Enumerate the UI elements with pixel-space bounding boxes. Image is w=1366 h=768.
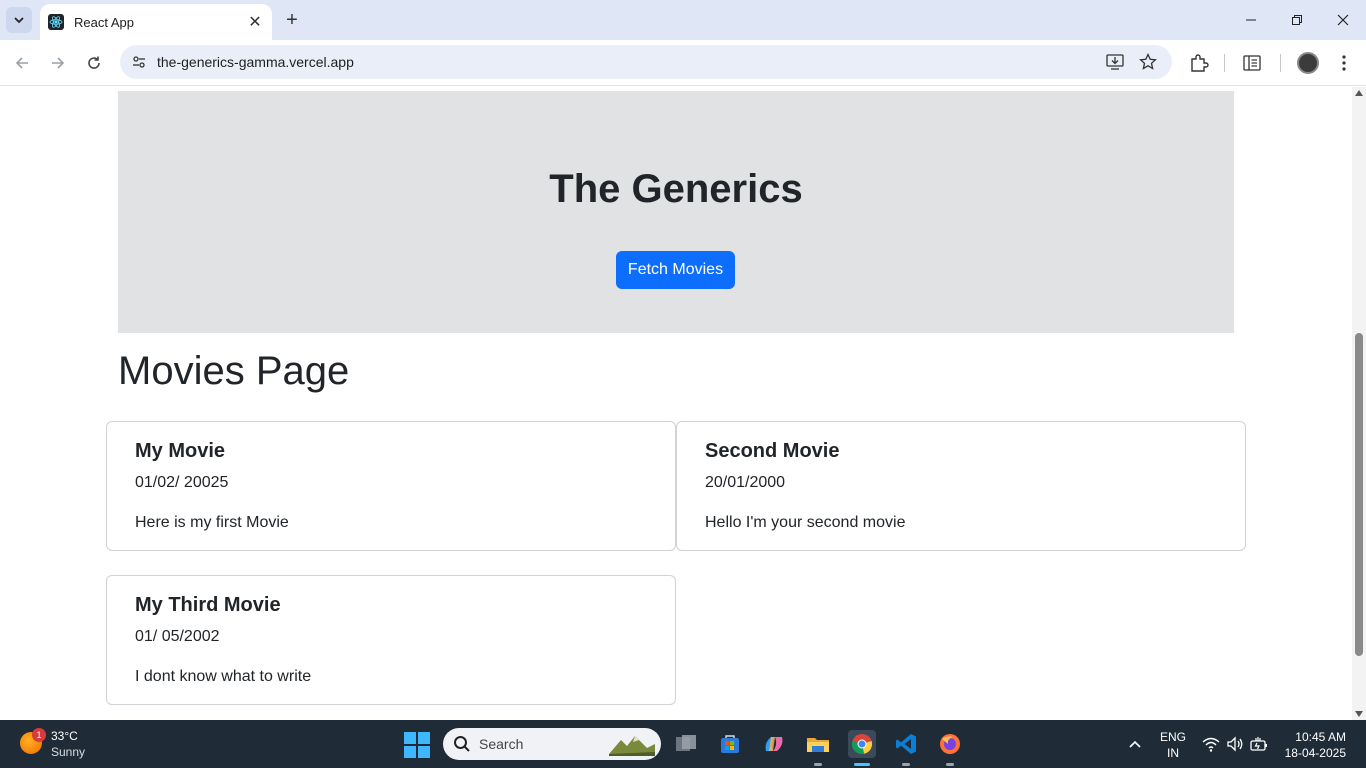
task-view-icon xyxy=(676,735,696,751)
close-icon xyxy=(1337,14,1349,26)
movie-date: 20/01/2000 xyxy=(705,474,786,491)
extensions-icon[interactable] xyxy=(1187,51,1211,75)
file-explorer-button[interactable] xyxy=(804,730,832,766)
toolbar-separator xyxy=(1224,54,1225,72)
chrome-icon xyxy=(851,734,873,755)
search-highlight-mountain-icon xyxy=(609,736,655,756)
running-indicator xyxy=(814,763,822,766)
movie-title: My Third Movie xyxy=(135,594,281,616)
close-tab-icon[interactable]: ✕ xyxy=(246,13,264,31)
clock-time: 10:45 AM xyxy=(1295,730,1346,744)
address-bar[interactable]: the-generics-gamma.vercel.app xyxy=(120,45,1172,79)
toolbar-separator xyxy=(1280,54,1281,72)
url-text[interactable]: the-generics-gamma.vercel.app xyxy=(157,54,354,70)
tab-title: React App xyxy=(74,14,134,30)
movie-card: Second Movie 20/01/2000 Hello I'm your s… xyxy=(676,421,1246,551)
movie-date: 01/02/ 20025 xyxy=(135,474,229,491)
back-button[interactable] xyxy=(8,49,36,77)
scroll-up-arrow-icon[interactable] xyxy=(1355,90,1363,96)
firefox-icon xyxy=(940,734,960,754)
scroll-thumb[interactable] xyxy=(1355,333,1363,656)
vscode-icon xyxy=(896,734,916,754)
site-info-icon[interactable] xyxy=(128,51,150,73)
chevron-down-icon xyxy=(14,17,24,24)
windows-taskbar: 1 33°C Sunny Search ENG IN 10:45 AM 18-0… xyxy=(0,720,1366,768)
movie-date: 01/ 05/2002 xyxy=(135,628,220,645)
battery-charging-icon[interactable] xyxy=(1250,735,1268,753)
language-indicator[interactable]: ENG IN xyxy=(1160,729,1186,761)
profile-avatar[interactable] xyxy=(1297,52,1319,74)
movie-description: Here is my first Movie xyxy=(135,514,289,531)
movie-title: My Movie xyxy=(135,440,226,462)
tab-search-button[interactable] xyxy=(6,7,32,33)
vscode-button[interactable] xyxy=(892,730,920,766)
fetch-movies-button[interactable]: Fetch Movies xyxy=(616,251,735,289)
region-code: IN xyxy=(1167,746,1179,760)
task-view-button[interactable] xyxy=(672,730,700,758)
search-icon xyxy=(454,736,470,752)
windows-logo-pane xyxy=(404,732,416,744)
windows-logo-pane xyxy=(418,732,430,744)
scroll-down-arrow-icon[interactable] xyxy=(1355,711,1363,717)
page-scrollbar[interactable] xyxy=(1352,87,1366,720)
reload-button[interactable] xyxy=(80,49,108,77)
active-app-indicator xyxy=(854,763,870,766)
microsoft-store-button[interactable] xyxy=(716,730,744,758)
browser-toolbar: the-generics-gamma.vercel.app xyxy=(0,40,1366,86)
folder-icon xyxy=(807,738,829,752)
language-code: ENG xyxy=(1160,730,1187,744)
hero-banner: The Generics Fetch Movies xyxy=(118,91,1234,333)
copilot-icon xyxy=(765,737,783,751)
movie-title: Second Movie xyxy=(705,440,840,462)
forward-button[interactable] xyxy=(44,49,72,77)
clock-date: 18-04-2025 xyxy=(1284,746,1346,760)
minimize-button[interactable] xyxy=(1228,0,1274,40)
reload-icon xyxy=(88,56,100,69)
hero-title: The Generics xyxy=(549,167,803,211)
taskbar-search[interactable]: Search xyxy=(443,728,661,760)
browser-tab[interactable]: React App ✕ xyxy=(40,4,272,40)
arrow-left-icon xyxy=(15,57,28,69)
page-title: Movies Page xyxy=(118,349,350,393)
restore-button[interactable] xyxy=(1274,0,1320,40)
tab-strip: React App ✕ + xyxy=(0,0,1366,40)
weather-notification-badge: 1 xyxy=(32,728,46,742)
react-logo-icon xyxy=(48,14,64,30)
movie-description: Hello I'm your second movie xyxy=(705,514,906,531)
copilot-button[interactable] xyxy=(760,730,788,758)
movie-card: My Third Movie 01/ 05/2002 I dont know w… xyxy=(106,575,676,705)
arrow-right-icon xyxy=(52,57,65,69)
page-viewport: The Generics Fetch Movies Movies Page My… xyxy=(0,87,1352,720)
minimize-icon xyxy=(1246,19,1256,21)
windows-logo-pane xyxy=(404,746,416,758)
system-clock[interactable]: 10:45 AM 18-04-2025 xyxy=(1280,729,1346,761)
start-button[interactable] xyxy=(404,732,430,758)
search-placeholder: Search xyxy=(479,736,524,752)
windows-logo-pane xyxy=(418,746,430,758)
new-tab-button[interactable]: + xyxy=(280,8,304,32)
running-indicator xyxy=(946,763,954,766)
restore-icon xyxy=(1292,15,1302,25)
chrome-button[interactable] xyxy=(848,730,876,766)
weather-temperature[interactable]: 33°C xyxy=(51,729,78,743)
wifi-icon[interactable] xyxy=(1202,735,1220,753)
volume-icon[interactable] xyxy=(1226,735,1244,753)
store-icon xyxy=(721,735,739,753)
close-window-button[interactable] xyxy=(1320,0,1366,40)
install-app-icon[interactable] xyxy=(1104,51,1126,73)
movie-description: I dont know what to write xyxy=(135,668,312,685)
chevron-up-icon[interactable] xyxy=(1127,736,1143,752)
weather-condition[interactable]: Sunny xyxy=(51,745,85,759)
firefox-button[interactable] xyxy=(936,730,964,766)
movie-card: My Movie 01/02/ 20025 Here is my first M… xyxy=(106,421,676,551)
side-panel-icon[interactable] xyxy=(1240,51,1264,75)
bookmark-star-icon[interactable] xyxy=(1137,51,1159,73)
running-indicator xyxy=(902,763,910,766)
more-menu-icon[interactable] xyxy=(1332,51,1356,75)
